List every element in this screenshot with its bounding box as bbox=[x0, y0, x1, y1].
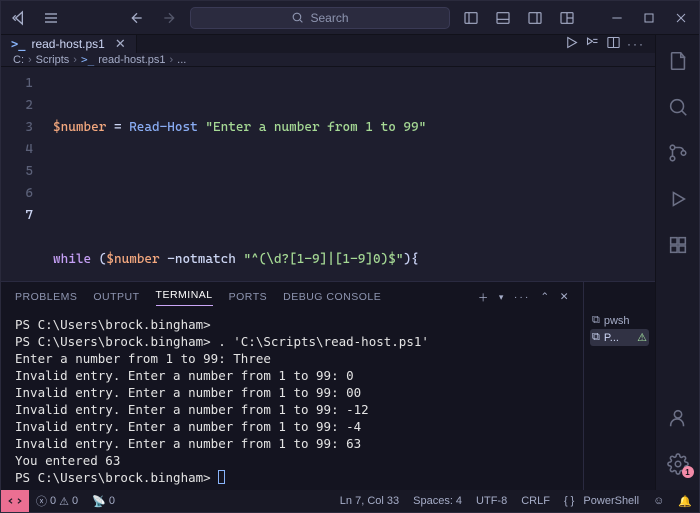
antenna-icon: 📡 bbox=[92, 495, 106, 508]
explorer-icon[interactable] bbox=[656, 41, 700, 81]
layout-customize-icon[interactable] bbox=[553, 4, 581, 32]
search-icon bbox=[291, 11, 304, 24]
run-debug-icon[interactable] bbox=[656, 179, 700, 219]
warning-icon: ⚠ bbox=[59, 495, 69, 508]
more-actions-icon[interactable]: ··· bbox=[627, 37, 645, 51]
terminal-session-active[interactable]: ⧉P...⚠ bbox=[590, 329, 649, 346]
terminal-dropdown-icon[interactable]: ▾ bbox=[499, 292, 504, 303]
run-config-icon[interactable] bbox=[585, 35, 600, 53]
code-content[interactable]: $number = Read-Host "Enter a number from… bbox=[45, 67, 655, 281]
warning-icon: ⚠ bbox=[637, 331, 647, 344]
terminal-output[interactable]: PS C:\Users\brock.bingham>PS C:\Users\br… bbox=[1, 312, 583, 490]
breadcrumb-segment[interactable]: C: bbox=[13, 54, 24, 66]
new-terminal-icon[interactable]: ＋ bbox=[478, 290, 489, 305]
split-editor-icon[interactable] bbox=[606, 35, 621, 53]
panel-close-icon[interactable]: ✕ bbox=[560, 291, 569, 303]
tab-filename: read-host.ps1 bbox=[31, 37, 104, 51]
run-icon[interactable] bbox=[564, 35, 579, 53]
tab-close-icon[interactable]: ✕ bbox=[115, 36, 126, 52]
panel-tab-debug[interactable]: DEBUG CONSOLE bbox=[283, 291, 381, 303]
eol-status[interactable]: CRLF bbox=[514, 495, 557, 507]
panel-more-icon[interactable]: ··· bbox=[514, 291, 531, 303]
terminal-icon: ⧉ bbox=[592, 331, 600, 344]
window-minimize-icon[interactable] bbox=[603, 4, 631, 32]
nav-forward-icon[interactable] bbox=[155, 4, 183, 32]
panel-maximize-icon[interactable]: ⌃ bbox=[540, 291, 549, 303]
encoding-status[interactable]: UTF-8 bbox=[469, 495, 514, 507]
window-maximize-icon[interactable] bbox=[635, 4, 663, 32]
braces-icon: { } bbox=[564, 495, 574, 507]
window-close-icon[interactable] bbox=[667, 4, 695, 32]
line-gutter: 1234567 bbox=[1, 67, 45, 281]
vscode-logo-icon bbox=[5, 4, 33, 32]
powershell-file-icon: >_ bbox=[81, 53, 94, 66]
layout-right-icon[interactable] bbox=[521, 4, 549, 32]
notifications-icon[interactable]: 🔔 bbox=[671, 495, 699, 508]
layout-bottom-icon[interactable] bbox=[489, 4, 517, 32]
remote-indicator[interactable] bbox=[1, 490, 29, 512]
nav-back-icon[interactable] bbox=[123, 4, 151, 32]
terminal-cursor bbox=[218, 470, 225, 484]
panel-tab-output[interactable]: OUTPUT bbox=[93, 291, 139, 303]
editor-actions: ··· bbox=[564, 35, 655, 53]
chevron-right-icon: › bbox=[28, 54, 32, 66]
code-editor[interactable]: 1234567 $number = Read-Host "Enter a num… bbox=[1, 67, 655, 281]
panel-tab-terminal[interactable]: TERMINAL bbox=[156, 289, 213, 306]
command-center-search[interactable]: Search bbox=[190, 7, 450, 29]
breadcrumb-segment[interactable]: read-host.ps1 bbox=[98, 54, 165, 66]
error-icon: ⓧ bbox=[36, 493, 47, 509]
panel-tab-ports[interactable]: PORTS bbox=[229, 291, 267, 303]
language-mode-status[interactable]: { } PowerShell bbox=[557, 495, 646, 507]
editor-tabs: >_ read-host.ps1 ✕ ··· bbox=[1, 35, 655, 53]
ports-status[interactable]: 📡0 bbox=[85, 490, 122, 512]
titlebar: Search bbox=[1, 1, 699, 35]
terminal-icon: ⧉ bbox=[592, 314, 600, 327]
extensions-icon[interactable] bbox=[656, 225, 700, 265]
chevron-right-icon: › bbox=[73, 54, 77, 66]
search-icon[interactable] bbox=[656, 87, 700, 127]
settings-gear-icon[interactable]: 1 bbox=[656, 444, 700, 484]
tab-read-host[interactable]: >_ read-host.ps1 ✕ bbox=[1, 35, 137, 53]
notification-badge: 1 bbox=[682, 466, 694, 478]
powershell-file-icon: >_ bbox=[11, 37, 25, 51]
accounts-icon[interactable] bbox=[656, 398, 700, 438]
terminal-session-pwsh[interactable]: ⧉pwsh bbox=[590, 312, 649, 329]
chevron-right-icon: › bbox=[169, 54, 173, 66]
breadcrumb-segment[interactable]: Scripts bbox=[36, 54, 70, 66]
panel-tabs: PROBLEMS OUTPUT TERMINAL PORTS DEBUG CON… bbox=[1, 282, 583, 312]
status-bar: ⓧ0⚠0 📡0 Ln 7, Col 33 Spaces: 4 UTF-8 CRL… bbox=[1, 490, 699, 512]
indentation-status[interactable]: Spaces: 4 bbox=[406, 495, 469, 507]
bottom-panel: PROBLEMS OUTPUT TERMINAL PORTS DEBUG CON… bbox=[1, 281, 655, 490]
layout-left-icon[interactable] bbox=[457, 4, 485, 32]
terminal-sessions: ⧉pwsh ⧉P...⚠ bbox=[583, 282, 655, 490]
menu-icon[interactable] bbox=[37, 4, 65, 32]
breadcrumbs[interactable]: C:› Scripts› >_ read-host.ps1› ... bbox=[1, 53, 655, 67]
source-control-icon[interactable] bbox=[656, 133, 700, 173]
feedback-icon[interactable]: ☺ bbox=[646, 495, 671, 507]
panel-tab-problems[interactable]: PROBLEMS bbox=[15, 291, 77, 303]
activity-bar: 1 bbox=[655, 35, 699, 490]
search-placeholder: Search bbox=[310, 11, 348, 25]
problems-status[interactable]: ⓧ0⚠0 bbox=[29, 490, 85, 512]
cursor-position[interactable]: Ln 7, Col 33 bbox=[333, 495, 406, 507]
breadcrumb-segment[interactable]: ... bbox=[177, 54, 186, 66]
